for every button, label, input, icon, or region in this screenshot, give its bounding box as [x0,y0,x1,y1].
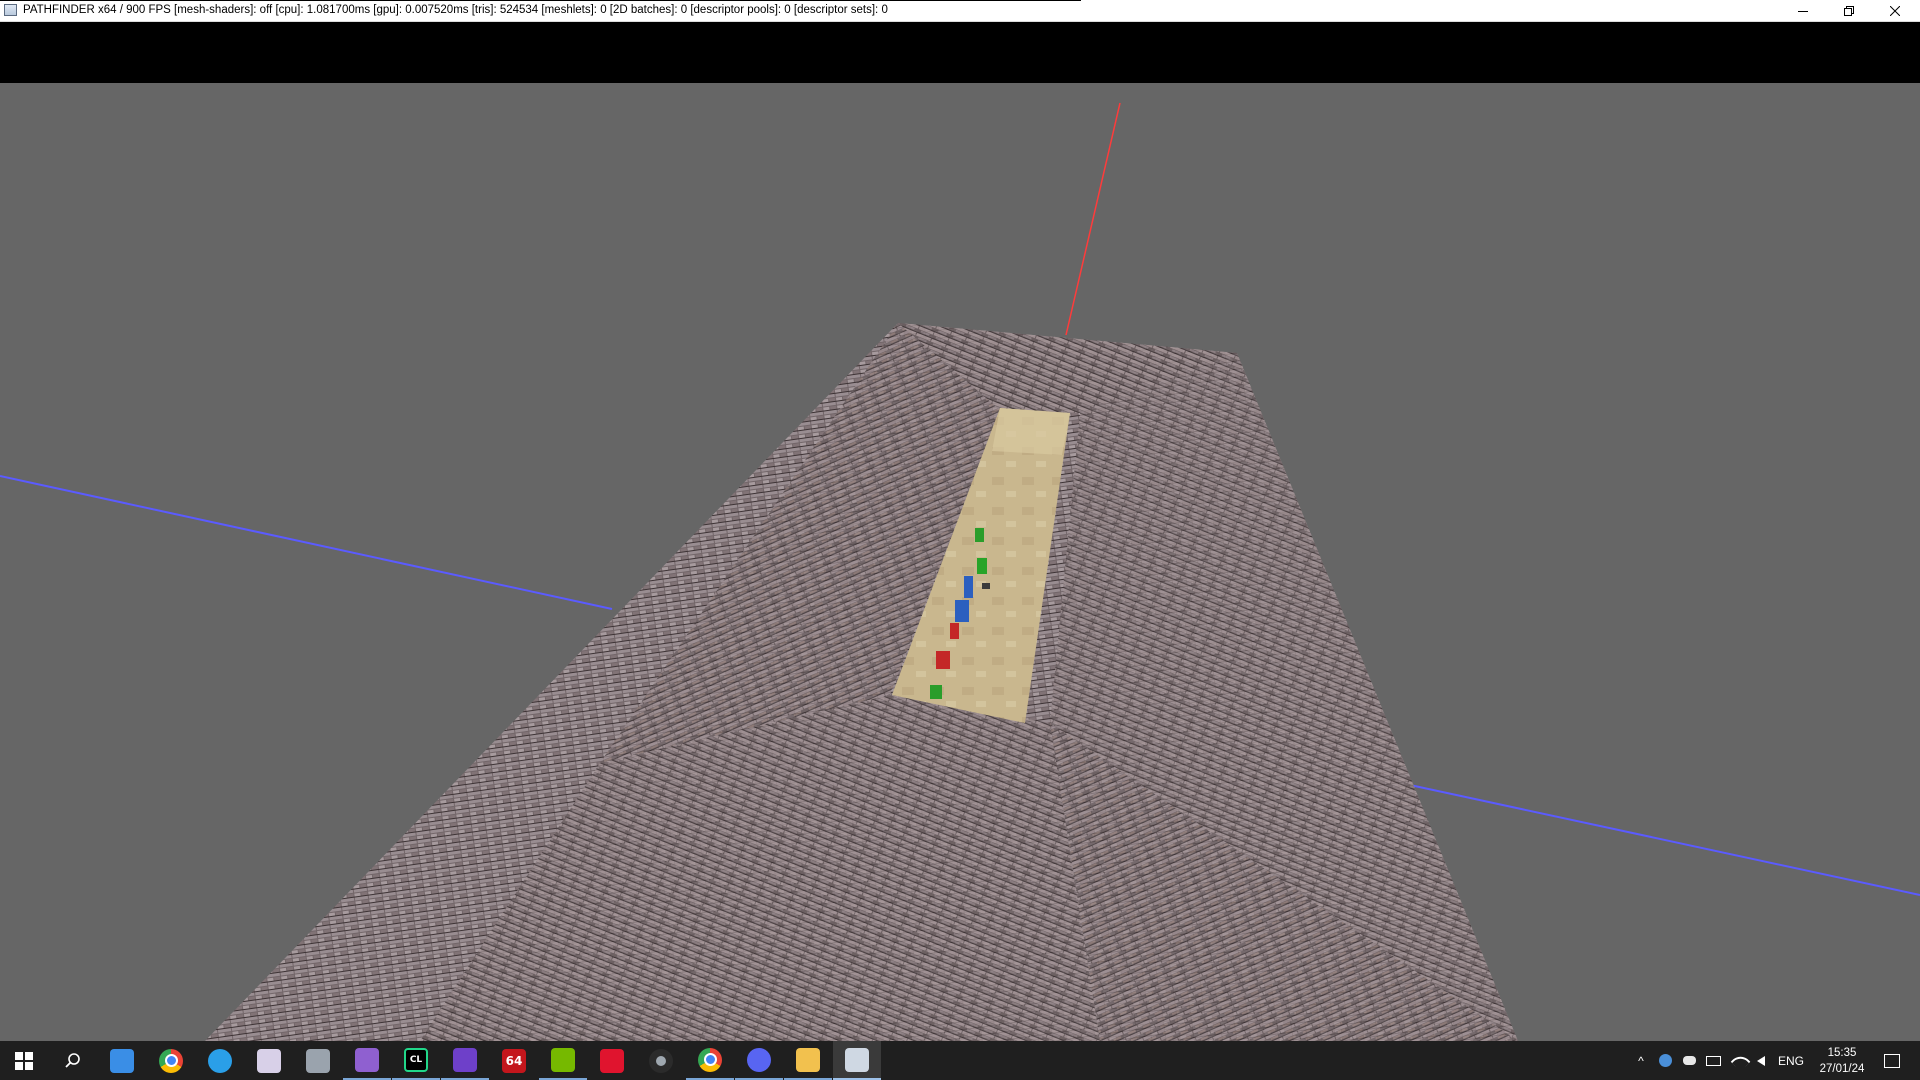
folder-icon [796,1047,820,1072]
app-aida64[interactable]: 64 [490,1041,538,1080]
globe-icon [1658,1054,1672,1067]
app-file-explorer[interactable] [784,1041,832,1080]
app-clion[interactable]: CL [392,1041,440,1080]
discord-icon [1682,1056,1696,1065]
visual-studio-icon [355,1047,379,1072]
tray-overflow-button[interactable]: ^ [1630,1041,1652,1080]
tray-discord[interactable] [1678,1041,1700,1080]
compass-icon [208,1048,232,1073]
aida64-icon: 64 [502,1048,526,1073]
notification-icon [1884,1053,1900,1068]
axis-x-line-right [1409,784,1920,896]
app-window-icon[interactable] [4,4,17,16]
tray-battery[interactable] [1702,1041,1724,1080]
titlebar-top-line [0,0,1081,1]
app-compass[interactable] [196,1041,244,1080]
laptop-icon [110,1048,134,1073]
app-obs[interactable] [637,1041,685,1080]
app-visual-studio[interactable] [343,1041,391,1080]
window-icon [845,1047,869,1072]
chevron-up-icon: ^ [1638,1053,1644,1068]
terrain-mesh [205,323,1518,1041]
app-nvidia[interactable] [539,1041,587,1080]
windows-taskbar: CL 64 ^ ENG 15:35 27/01/24 [0,1041,1920,1080]
amd-icon [600,1048,624,1073]
paint-icon [257,1048,281,1073]
toolbox-icon [306,1048,330,1073]
app-amd[interactable] [588,1041,636,1080]
window-title: PATHFINDER x64 / 900 FPS [mesh-shaders]:… [23,4,888,16]
chrome-icon [698,1047,722,1072]
discord-icon [747,1047,771,1072]
search-button[interactable] [49,1041,97,1080]
clock-date: 27/01/24 [1819,1062,1865,1075]
tray-language[interactable]: ENG [1774,1041,1808,1080]
tray-app-1[interactable] [1654,1041,1676,1080]
render-viewport[interactable] [0,83,1920,1041]
tray-clock[interactable]: 15:35 27/01/24 [1812,1041,1872,1080]
scene-canvas [0,102,1920,1041]
restore-icon [1844,5,1854,16]
language-label: ENG [1777,1053,1804,1068]
app-pathfinder[interactable] [833,1041,881,1080]
clion-icon: CL [404,1047,428,1072]
axis-x-line-left [0,475,613,610]
app-chrome[interactable] [147,1041,195,1080]
minimize-icon [1798,10,1808,12]
app-github[interactable] [441,1041,489,1080]
app-discord[interactable] [735,1041,783,1080]
window-titlebar[interactable]: PATHFINDER x64 / 900 FPS [mesh-shaders]:… [0,0,1920,22]
tray-volume[interactable] [1750,1041,1772,1080]
action-center-button[interactable] [1872,1041,1912,1080]
tray-network[interactable] [1726,1041,1751,1080]
axis-y-line [1065,102,1121,336]
search-icon [61,1049,85,1073]
obs-icon [649,1048,673,1073]
minimize-button[interactable] [1780,0,1826,21]
close-button[interactable] [1872,0,1918,21]
clock-time: 15:35 [1827,1046,1857,1059]
app-chrome-2[interactable] [686,1041,734,1080]
app-laptop[interactable] [98,1041,146,1080]
app-utility[interactable] [294,1041,342,1080]
chrome-icon [159,1048,183,1073]
github-icon [453,1047,477,1072]
windows-icon [12,1049,36,1073]
wifi-icon [1730,1051,1751,1072]
start-button[interactable] [0,1041,48,1080]
battery-icon [1705,1055,1721,1066]
restore-button[interactable] [1826,0,1872,21]
close-icon [1890,5,1900,16]
speaker-icon [1757,1055,1765,1066]
app-paint[interactable] [245,1041,293,1080]
nvidia-icon [551,1047,575,1072]
viewport-letterbox [0,22,1920,83]
